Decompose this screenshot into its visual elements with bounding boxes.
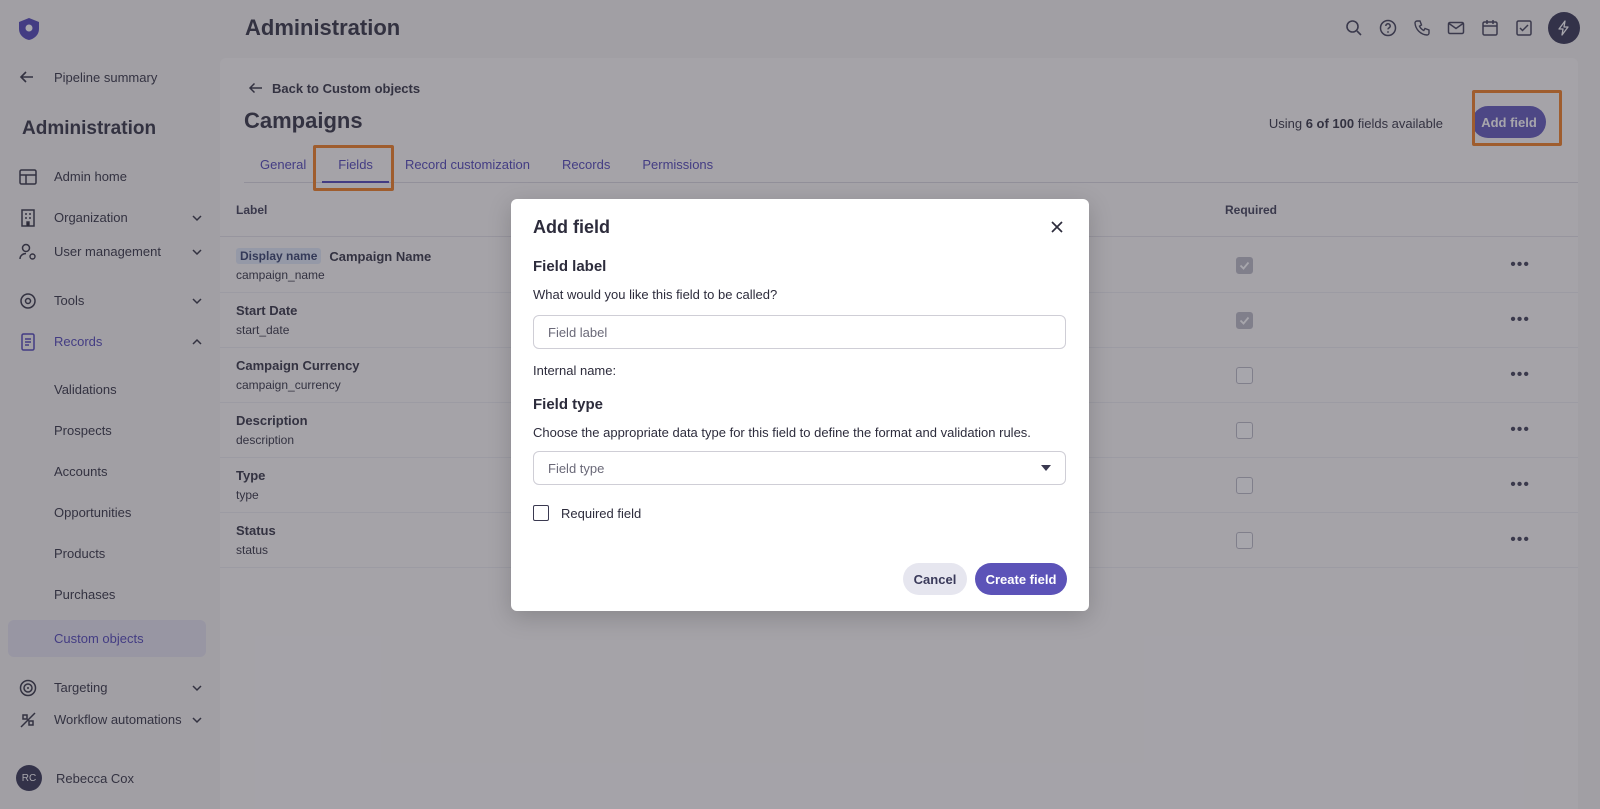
field-type-placeholder: Field type — [548, 460, 605, 476]
create-field-button[interactable]: Create field — [975, 563, 1067, 595]
cancel-button[interactable]: Cancel — [903, 563, 967, 595]
field-type-help: Choose the appropriate data type for thi… — [533, 425, 1031, 440]
required-field-checkbox[interactable] — [533, 505, 549, 521]
field-label-input[interactable] — [533, 315, 1066, 349]
required-field-label: Required field — [561, 505, 642, 521]
field-type-select[interactable]: Field type — [533, 451, 1066, 485]
required-field-option[interactable]: Required field — [533, 505, 641, 521]
field-type-heading: Field type — [533, 396, 604, 413]
field-label-heading: Field label — [533, 258, 607, 275]
dialog-title: Add field — [533, 217, 610, 237]
field-label-help: What would you like this field to be cal… — [533, 287, 778, 302]
internal-name: Internal name: — [533, 363, 617, 378]
close-icon[interactable] — [1047, 217, 1067, 237]
dropdown-arrow-icon — [1041, 465, 1051, 471]
add-field-dialog: Add field Field label What would you lik… — [511, 199, 1089, 611]
